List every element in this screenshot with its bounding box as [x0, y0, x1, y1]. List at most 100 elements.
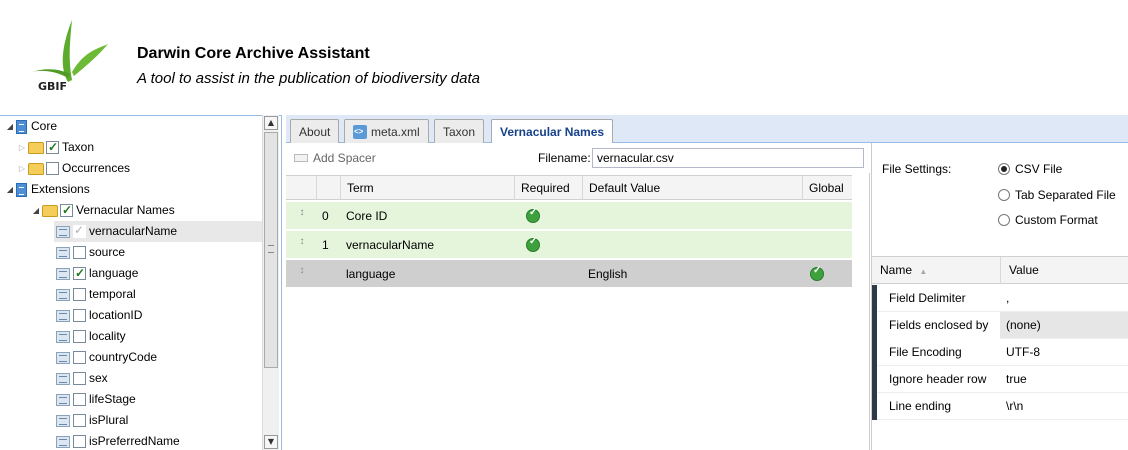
tree-item-vernacularname[interactable]: vernacularName [54, 220, 262, 242]
radio-tab-separated-file[interactable]: Tab Separated File [998, 188, 1116, 202]
table-row[interactable]: ↕ 0 Core ID [286, 202, 852, 230]
property-row[interactable]: File Encoding UTF-8 [872, 339, 1128, 366]
drag-handle-icon[interactable]: ↕ [299, 237, 305, 252]
column-header-required[interactable]: Required [514, 176, 582, 200]
tree-item-label: isPlural [89, 413, 129, 427]
expand-arrow-icon[interactable]: ◢ [4, 179, 16, 200]
scrollbar-thumb[interactable] [264, 132, 278, 368]
property-row[interactable]: Field Delimiter , [872, 285, 1128, 312]
logo-text: GBIF [38, 80, 68, 93]
checkbox [73, 220, 86, 241]
required-check-icon [526, 207, 540, 223]
radio-selected-icon[interactable] [998, 163, 1010, 175]
tree-item-label: Taxon [62, 140, 95, 154]
checkbox[interactable] [73, 414, 86, 427]
field-icon [56, 309, 70, 322]
xml-file-icon [353, 121, 367, 143]
tree-item-occurrences[interactable]: ▷ Occurrences [16, 158, 130, 179]
add-spacer-button[interactable]: Add Spacer [294, 150, 376, 166]
checkbox[interactable] [73, 330, 86, 343]
row-index: 1 [322, 238, 329, 252]
property-value[interactable]: \r\n [1000, 393, 1128, 420]
radio-icon[interactable] [998, 214, 1010, 226]
checkbox[interactable] [73, 372, 86, 385]
tree-item-vernacular-names[interactable]: ◢ Vernacular Names [30, 200, 175, 221]
property-value[interactable]: (none) [1000, 312, 1128, 339]
scroll-down-icon[interactable]: ▼ [264, 435, 278, 449]
column-header-value[interactable]: Value [1000, 257, 1128, 284]
radio-csv-file[interactable]: CSV File [998, 162, 1062, 176]
checkbox[interactable] [73, 309, 86, 322]
radio-custom-format[interactable]: Custom Format [998, 213, 1098, 227]
folder-icon [28, 162, 44, 175]
tree-item-core[interactable]: ◢ Core [4, 116, 57, 137]
checkbox[interactable] [46, 162, 59, 175]
checkbox[interactable] [73, 351, 86, 364]
column-header-global[interactable]: Global [802, 176, 852, 200]
column-header-term[interactable]: Term [340, 176, 514, 200]
table-row[interactable]: ↕ 1 vernacularName [286, 231, 852, 259]
row-default-value[interactable]: English [582, 260, 627, 288]
expand-arrow-icon[interactable]: ◢ [4, 116, 16, 137]
field-icon [56, 246, 70, 259]
tree-item-label: Core [31, 119, 58, 133]
tree-item-label: lifeStage [89, 392, 136, 406]
tree-item-sex[interactable]: sex [56, 368, 108, 389]
radio-label: CSV File [1015, 162, 1063, 176]
checkbox[interactable] [73, 263, 86, 284]
scroll-up-icon[interactable]: ▲ [264, 116, 278, 130]
tab-about[interactable]: About [290, 119, 340, 143]
property-row[interactable]: Line ending \r\n [872, 393, 1128, 420]
tree-item-locationid[interactable]: locationID [56, 305, 142, 326]
checkbox[interactable] [73, 435, 86, 448]
checkbox[interactable] [46, 137, 59, 158]
tree-item-label: Vernacular Names [76, 203, 175, 217]
field-icon [56, 225, 70, 238]
tree-item-countrycode[interactable]: countryCode [56, 347, 157, 368]
tree-item-language[interactable]: language [56, 263, 138, 284]
property-name: Ignore header row [872, 366, 1000, 393]
column-header-name[interactable]: Name ▲ [872, 257, 1000, 284]
drag-handle-icon[interactable]: ↕ [299, 266, 305, 281]
tree-item-taxon[interactable]: ▷ Taxon [16, 137, 94, 158]
radio-label: Custom Format [1015, 213, 1098, 227]
property-row[interactable]: Ignore header row true [872, 366, 1128, 393]
tree-item-temporal[interactable]: temporal [56, 284, 136, 305]
checkbox[interactable] [73, 393, 86, 406]
tree-item-label: source [89, 245, 126, 259]
tree-item-isplural[interactable]: isPlural [56, 410, 128, 431]
expand-arrow-icon[interactable]: ◢ [30, 200, 42, 221]
property-row[interactable]: Fields enclosed by (none) [872, 312, 1128, 339]
drag-handle-icon[interactable]: ↕ [299, 208, 305, 223]
tree-scrollbar[interactable]: ▲ ▼ [262, 115, 279, 450]
field-icon [56, 267, 70, 280]
collapsed-arrow-icon[interactable]: ▷ [16, 158, 28, 179]
tab-meta-xml[interactable]: meta.xml [344, 119, 429, 143]
tree-item-label: language [89, 266, 139, 280]
checkbox[interactable] [73, 246, 86, 259]
collapsed-arrow-icon[interactable]: ▷ [16, 137, 28, 158]
tree-item-label: sex [89, 371, 108, 385]
property-value[interactable]: UTF-8 [1000, 339, 1128, 366]
tree-item-locality[interactable]: locality [56, 326, 126, 347]
file-settings-label: File Settings: [882, 162, 952, 176]
tree-item-lifestage[interactable]: lifeStage [56, 389, 136, 410]
checkbox[interactable] [73, 288, 86, 301]
property-value[interactable]: , [1000, 285, 1128, 312]
property-value[interactable]: true [1000, 366, 1128, 393]
tab-vernacular-names[interactable]: Vernacular Names [491, 119, 614, 144]
spacer-icon [294, 154, 308, 162]
field-icon [56, 288, 70, 301]
tree-item-extensions[interactable]: ◢ Extensions [4, 179, 90, 200]
tab-taxon[interactable]: Taxon [434, 119, 485, 143]
tree-item-ispreferredname[interactable]: isPreferredName [56, 431, 180, 450]
tree-item-source[interactable]: source [56, 242, 125, 263]
column-header-label: Name [880, 263, 913, 277]
checkbox[interactable] [60, 200, 73, 221]
filename-input[interactable]: vernacular.csv [592, 148, 864, 168]
global-check-icon[interactable] [810, 265, 824, 281]
column-header-default-value[interactable]: Default Value [582, 176, 802, 200]
required-check-icon [526, 236, 540, 252]
table-row[interactable]: ↕ language English [286, 260, 852, 288]
radio-icon[interactable] [998, 189, 1010, 201]
